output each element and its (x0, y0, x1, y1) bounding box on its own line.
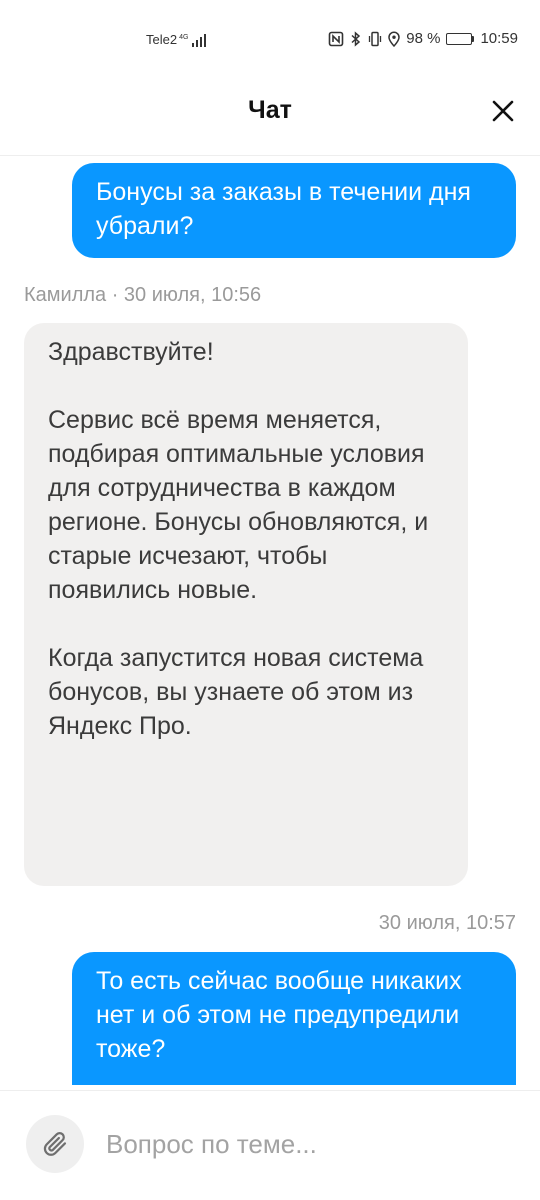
page-title: Чат (248, 96, 292, 124)
battery-icon (446, 32, 475, 45)
clock: 10:59 (480, 30, 518, 47)
close-button[interactable] (488, 96, 518, 126)
message-text: То есть сейчас вообще никаких нет и об э… (96, 967, 462, 1063)
attach-button[interactable] (26, 1115, 84, 1173)
location-icon (388, 31, 401, 47)
signal-icon (192, 33, 207, 47)
outgoing-message[interactable]: То есть сейчас вообще никаких нет и об э… (72, 952, 516, 1085)
outgoing-message[interactable]: Бонусы за заказы в течении дня убрали? (72, 163, 516, 258)
nfc-icon (328, 31, 344, 46)
carrier-info: Tele2 4G (146, 32, 207, 47)
message-list[interactable]: Бонусы за заказы в течении дня убрали? К… (0, 157, 540, 1085)
close-icon (492, 100, 514, 122)
message-text: Бонусы за заказы в течении дня убрали? (96, 178, 471, 240)
message-meta: Камилла · 30 июля, 10:56 (24, 284, 262, 306)
message-meta: 30 июля, 10:57 (378, 912, 516, 934)
chat-header: Чат (0, 82, 540, 156)
carrier-name: Tele2 (146, 32, 178, 47)
paperclip-icon (43, 1132, 67, 1156)
status-icons: 98 % 10:59 (328, 30, 518, 47)
battery-percent: 98 % (406, 30, 441, 47)
vibrate-icon (369, 31, 382, 46)
status-bar: Tele2 4G 98 % 10:59 (0, 0, 540, 82)
incoming-message[interactable]: Здравствуйте! Сервис всё время меняется,… (24, 323, 468, 886)
message-input[interactable] (106, 1121, 516, 1167)
input-bar (0, 1090, 540, 1200)
bluetooth-icon (351, 30, 361, 47)
message-text: Здравствуйте! Сервис всё время меняется,… (48, 338, 429, 740)
network-type: 4G (179, 34, 189, 41)
